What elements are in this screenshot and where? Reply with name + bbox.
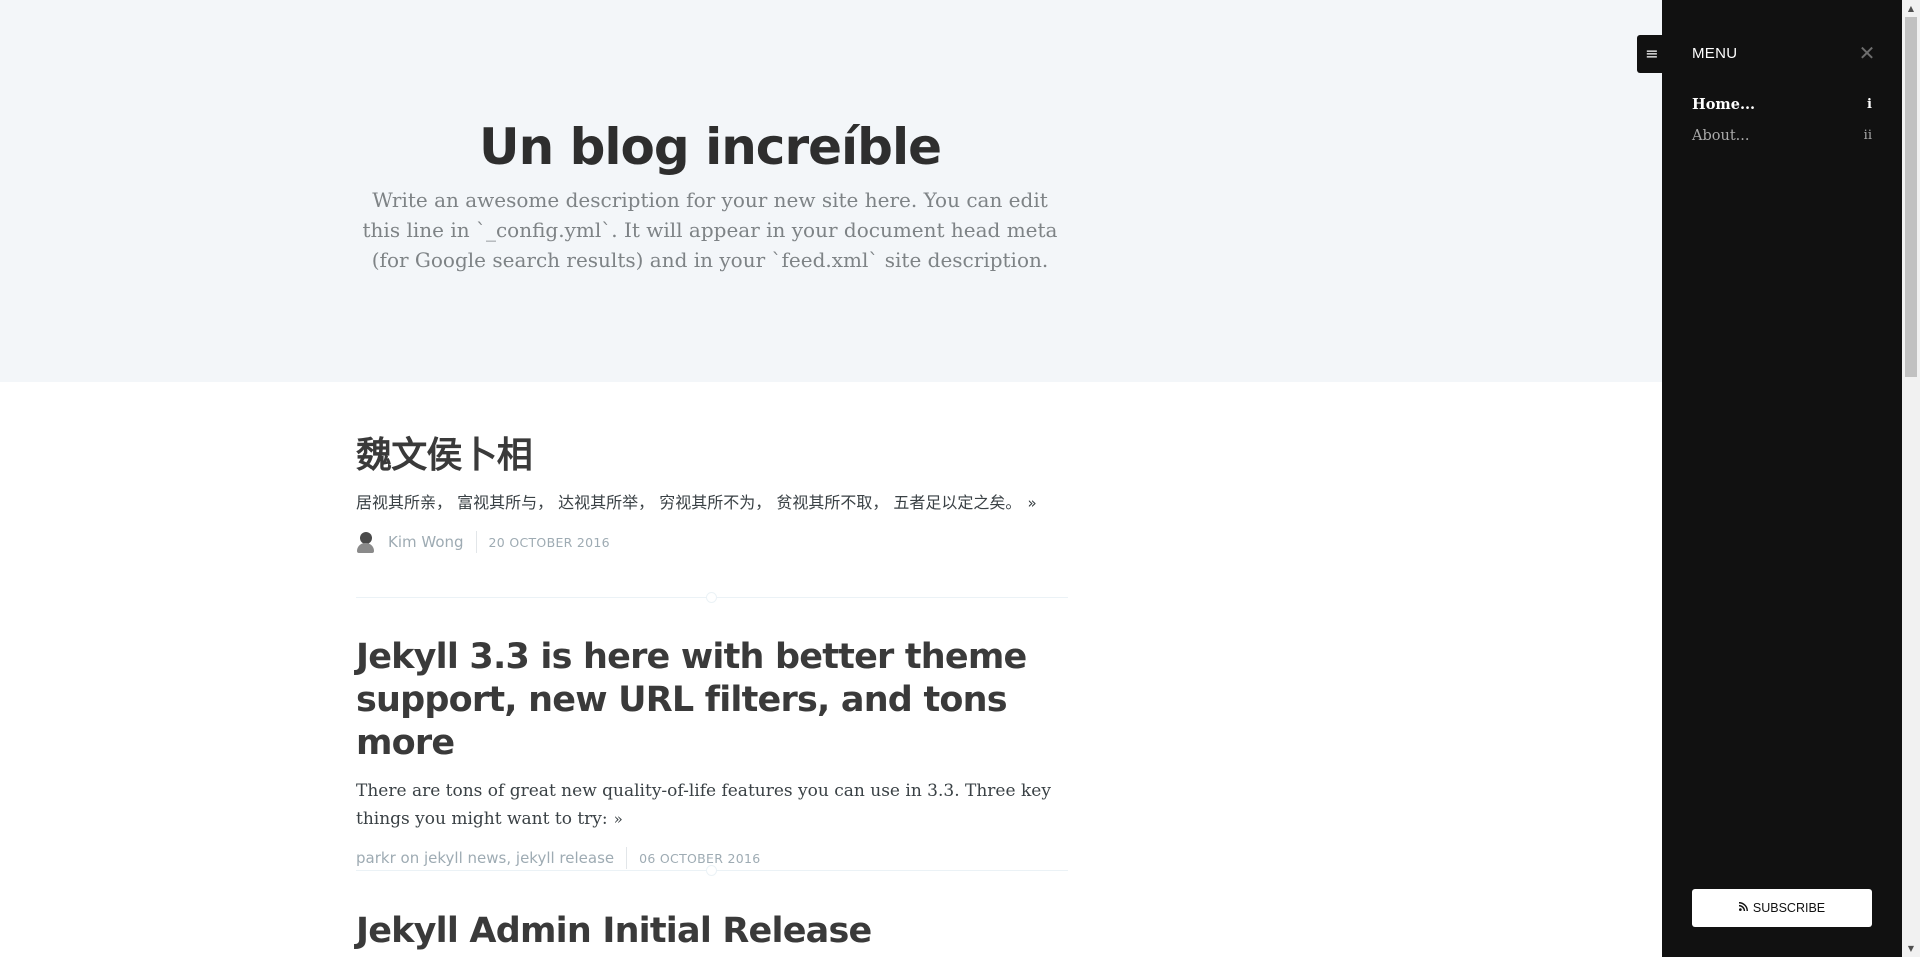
post-excerpt-text: There are tons of great new quality-of-l… bbox=[356, 781, 1051, 829]
read-more-link[interactable]: » bbox=[1027, 494, 1036, 512]
menu-item-label: Home... bbox=[1692, 96, 1756, 113]
blog-description: Write an awesome description for your ne… bbox=[362, 188, 1058, 272]
blog-title: Un blog increíble bbox=[478, 118, 942, 176]
site-header: Un blog increíble Write an awesome descr… bbox=[0, 0, 1662, 382]
post-excerpt-text: 居视其所亲， 富视其所与， 达视其所举， 穷视其所不为， 贫视其所不取， 五者足… bbox=[356, 493, 1022, 512]
post-date: 06 October 2016 bbox=[639, 850, 761, 866]
post-meta: Kim Wong 20 October 2016 bbox=[356, 531, 1068, 553]
read-more-link[interactable]: » bbox=[614, 810, 623, 828]
subscribe-label: Subscribe bbox=[1752, 901, 1826, 915]
post-divider bbox=[356, 592, 1068, 603]
scroll-up-arrow-icon[interactable]: ▲ bbox=[1902, 0, 1920, 17]
author-link[interactable]: Kim Wong bbox=[388, 533, 464, 551]
scrollbar[interactable]: ▲ ▼ bbox=[1902, 0, 1920, 957]
author-link[interactable]: parkr bbox=[356, 849, 396, 867]
subscribe-button[interactable]: Subscribe bbox=[1692, 889, 1872, 927]
menu-item-about[interactable]: About... ii bbox=[1692, 126, 1872, 157]
menu-item-number: ii bbox=[1863, 128, 1872, 143]
meta-separator bbox=[626, 847, 628, 869]
post-date: 20 October 2016 bbox=[488, 534, 610, 550]
close-icon[interactable]: ✕ bbox=[1857, 43, 1877, 63]
meta-separator bbox=[475, 531, 477, 553]
author-avatar[interactable] bbox=[356, 531, 376, 553]
menu-item-home[interactable]: Home... i bbox=[1692, 95, 1872, 126]
side-menu: MENU ✕ Home... i About... ii Subscribe bbox=[1662, 0, 1902, 957]
menu-item-label: About... bbox=[1692, 128, 1750, 144]
post-card: Jekyll 3.3 is here with better theme sup… bbox=[356, 636, 1068, 869]
post-excerpt: 居视其所亲， 富视其所与， 达视其所举， 穷视其所不为， 贫视其所不取， 五者足… bbox=[356, 489, 1068, 517]
scrollbar-thumb[interactable] bbox=[1905, 17, 1917, 377]
meta-on-text: on bbox=[400, 849, 420, 867]
menu-item-number: i bbox=[1867, 97, 1872, 112]
rss-icon bbox=[1738, 902, 1748, 914]
post-divider bbox=[356, 865, 1068, 876]
post-excerpt: There are tons of great new quality-of-l… bbox=[356, 777, 1068, 833]
menu-title: MENU bbox=[1692, 45, 1738, 62]
post-title-link[interactable]: 魏文侯卜相 bbox=[356, 434, 1068, 477]
menu-list: Home... i About... ii bbox=[1692, 95, 1872, 157]
tag-link-jekyll-news[interactable]: jekyll news bbox=[424, 849, 506, 867]
tag-link-jekyll-release[interactable]: jekyll release bbox=[516, 849, 614, 867]
post-card: Jekyll Admin Initial Release bbox=[356, 910, 1068, 953]
post-card: 魏文侯卜相 居视其所亲， 富视其所与， 达视其所举， 穷视其所不为， 贫视其所不… bbox=[356, 434, 1068, 553]
hamburger-icon: ≡ bbox=[1645, 44, 1659, 63]
post-title-link[interactable]: Jekyll Admin Initial Release bbox=[356, 910, 1068, 953]
scroll-down-arrow-icon[interactable]: ▼ bbox=[1902, 940, 1920, 957]
post-title-link[interactable]: Jekyll 3.3 is here with better theme sup… bbox=[356, 636, 1068, 765]
tag-separator: , bbox=[506, 849, 512, 867]
